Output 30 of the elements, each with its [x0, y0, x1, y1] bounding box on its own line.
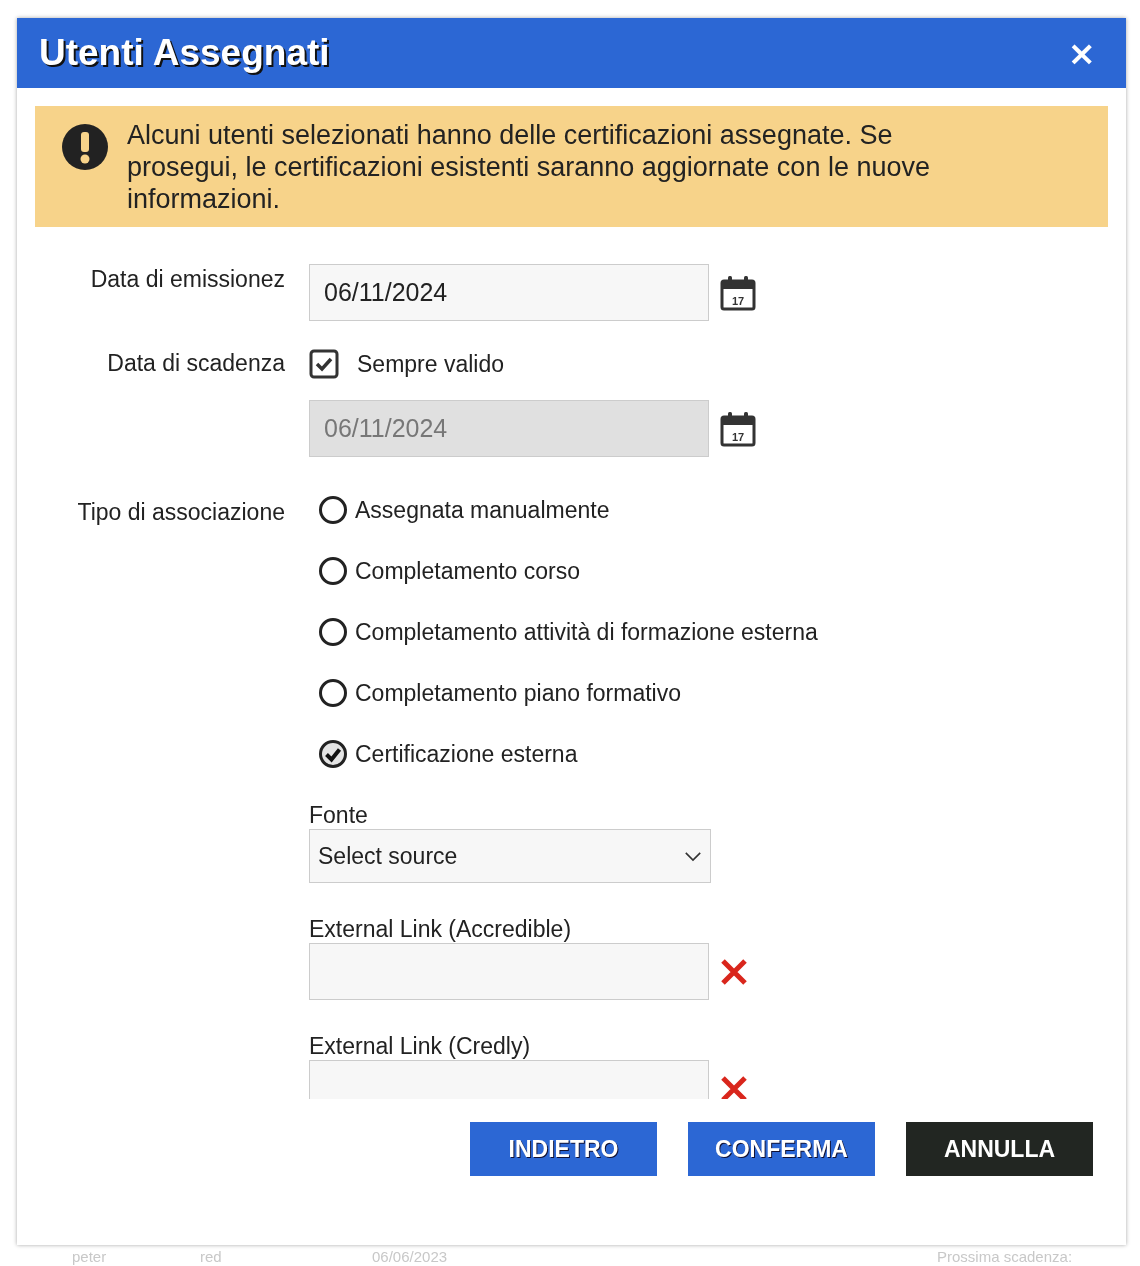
clear-icon[interactable] [720, 957, 748, 986]
radio-button[interactable] [318, 495, 348, 525]
checkbox-label: Sempre valido [357, 350, 505, 378]
warning-icon [61, 123, 109, 171]
action-button[interactable]: ANNULLA [906, 1122, 1093, 1176]
radio-label: Certificazione esterna [355, 740, 578, 768]
field-label: Data di scadenza [106, 349, 285, 378]
field-label: Data di emissionez [89, 265, 285, 294]
caret-icon [684, 850, 702, 862]
clear-icon[interactable] [720, 1074, 748, 1099]
field-label: Fonte [309, 802, 368, 829]
radio-button[interactable] [318, 617, 348, 647]
radio-button[interactable] [318, 556, 348, 586]
source-dropdown[interactable]: Select source [309, 829, 711, 883]
radio-label: Assegnata manualmente [355, 496, 610, 524]
action-button[interactable]: CONFERMA [688, 1122, 875, 1176]
field-label: External Link (Accredible) [309, 916, 572, 943]
radio-label: Completamento piano formativo [355, 679, 681, 707]
close-button[interactable]: × [1059, 36, 1104, 70]
input-field[interactable] [309, 943, 709, 1000]
dialog-title: Utenti Assegnati [39, 32, 330, 74]
field-label: Tipo di associazione [76, 498, 285, 527]
radio-button[interactable] [318, 678, 348, 708]
warning-text: Alcuni utenti selezionati hanno delle certificazioni assegnate. Se prosegui, le certificazioni esistenti saranno aggiornate con le nuove informazioni. [127, 119, 931, 215]
radio-button[interactable] [318, 739, 348, 769]
field-label: External Link (Credly) [309, 1033, 531, 1060]
radio-label: Completamento corso [355, 557, 580, 585]
date-field[interactable]: 06/11/2024 [309, 264, 709, 321]
radio-label: Completamento attività di formazione esterna [355, 618, 818, 646]
action-button[interactable]: INDIETRO [470, 1122, 657, 1176]
